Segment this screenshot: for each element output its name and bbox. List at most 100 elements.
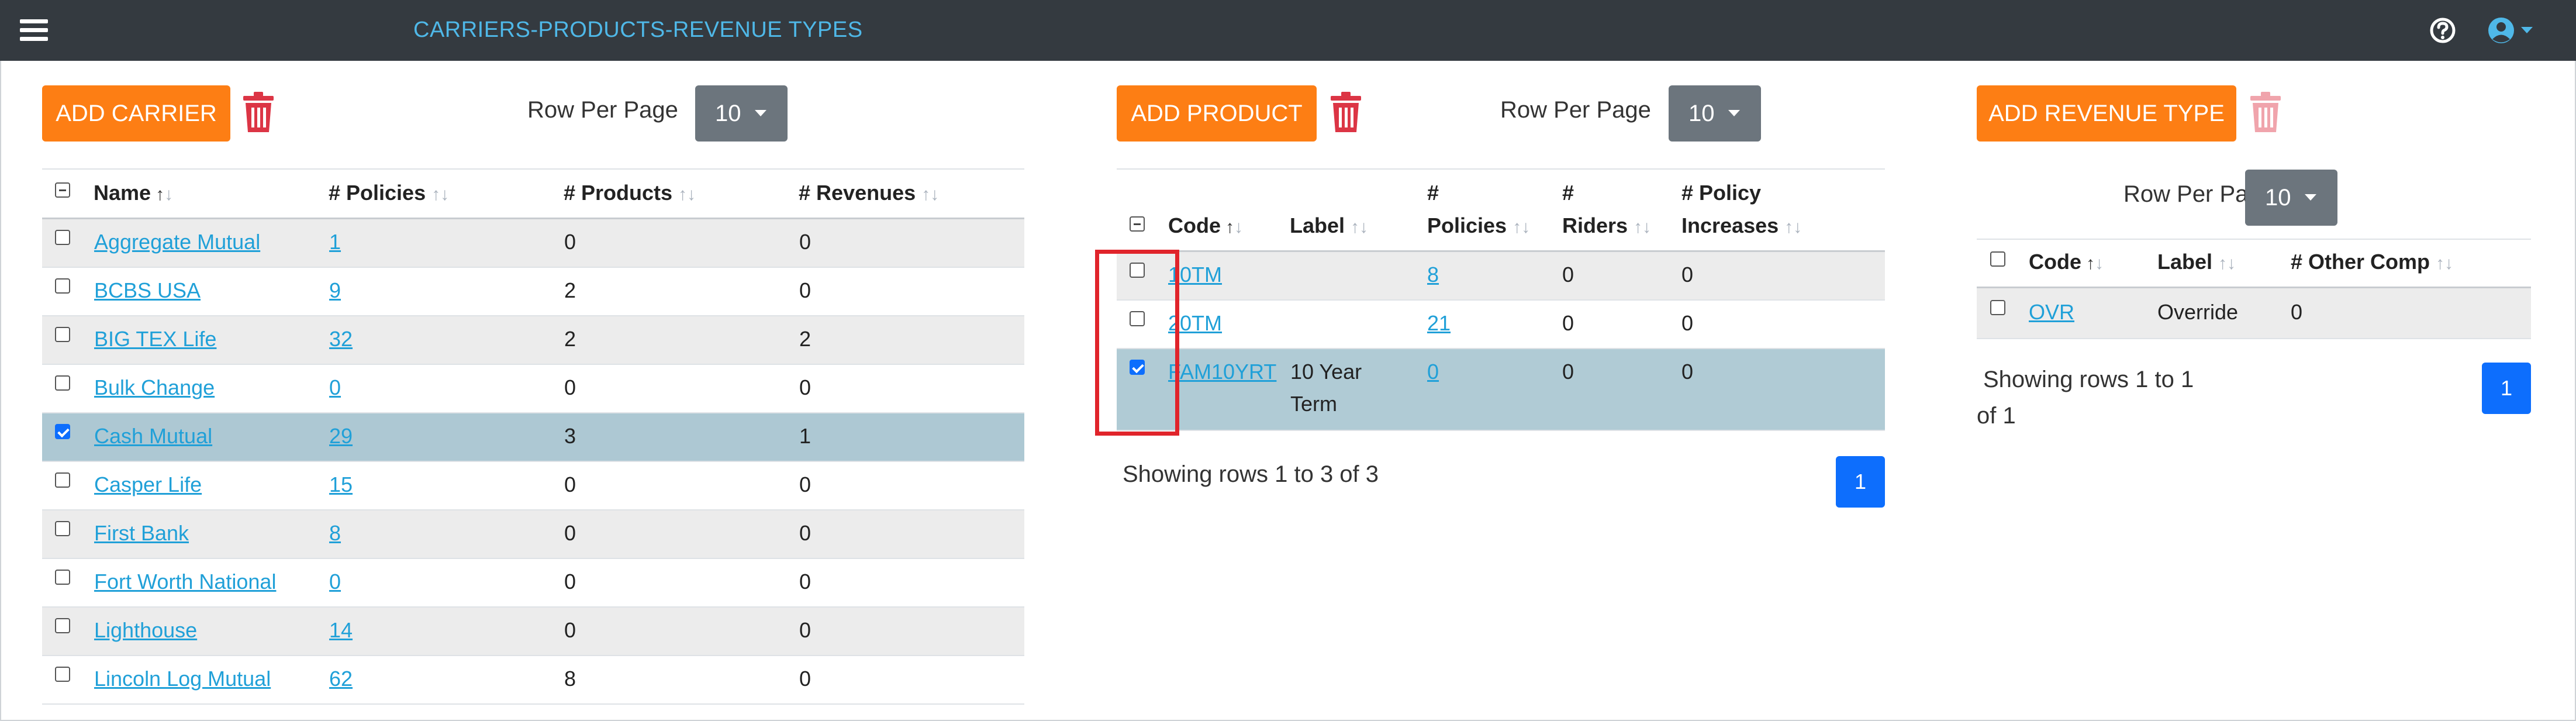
revenue-code-link[interactable]: OVR (2029, 300, 2074, 325)
select-all-checkbox[interactable] (55, 182, 70, 198)
revenues-count: 0 (799, 230, 812, 254)
row-checkbox[interactable] (55, 375, 70, 391)
col-header-other-comp[interactable]: # Other Comp ↑↓ (2291, 246, 2453, 280)
select-all-checkbox[interactable] (1130, 216, 1145, 232)
revenues-count: 0 (799, 472, 812, 496)
carrier-name-link[interactable]: Cash Mutual (94, 424, 212, 449)
table-row[interactable]: Lincoln Log Mutual 62 8 0 (42, 656, 1024, 705)
products-count: 0 (564, 618, 576, 642)
add-product-button[interactable]: ADD PRODUCT (1117, 85, 1317, 142)
col-header-label-label: Label (1290, 213, 1345, 237)
col-header-policies[interactable]: Policies ↑↓ (1427, 209, 1530, 244)
col-header-label[interactable]: Label ↑↓ (2157, 246, 2236, 280)
user-circle-icon[interactable] (2487, 16, 2515, 44)
sort-icon: ↑↓ (431, 185, 450, 204)
policies-link[interactable]: 15 (329, 472, 353, 497)
policies-link[interactable]: 1 (329, 230, 341, 254)
carrier-name-link[interactable]: Casper Life (94, 472, 202, 497)
top-navbar: CARRIERS-PRODUCTS-REVENUE TYPES (0, 0, 2576, 61)
carrier-name-link[interactable]: Bulk Change (94, 375, 215, 400)
row-checkbox[interactable] (55, 570, 70, 585)
table-row[interactable]: BCBS USA 9 2 0 (42, 268, 1024, 316)
table-row[interactable]: Fort Worth National 0 0 0 (42, 559, 1024, 608)
row-checkbox[interactable] (55, 667, 70, 682)
table-row[interactable]: OVR Override 0 (1977, 288, 2531, 339)
policies-link[interactable]: 29 (329, 424, 353, 449)
row-checkbox[interactable] (55, 278, 70, 294)
col-header-policies-line1[interactable]: # (1427, 177, 1439, 209)
col-header-name[interactable]: Name ↑↓ (94, 177, 173, 211)
sort-icon: ↑↓ (1351, 218, 1369, 237)
trash-icon[interactable] (1328, 91, 1363, 133)
policies-link[interactable]: 32 (329, 327, 353, 351)
col-header-increases[interactable]: Increases ↑↓ (1681, 209, 1802, 244)
revenue-rows-per-page-dropdown[interactable]: 10 (2245, 170, 2337, 226)
page-1-button[interactable]: 1 (1836, 456, 1885, 508)
col-header-riders[interactable]: Riders ↑↓ (1562, 209, 1651, 244)
col-header-riders-line1[interactable]: # (1562, 177, 1574, 209)
row-checkbox[interactable] (55, 521, 70, 536)
row-checkbox-checked[interactable] (55, 424, 70, 439)
table-row-selected[interactable]: Cash Mutual 29 3 1 (42, 413, 1024, 462)
table-row[interactable]: Lighthouse 14 0 0 (42, 608, 1024, 656)
product-code-link[interactable]: FAM10YRT (1168, 360, 1276, 384)
col-header-increases-line1[interactable]: # Policy (1681, 177, 1761, 209)
table-row[interactable]: First Bank 8 0 0 (42, 510, 1024, 559)
col-header-riders-label: Riders (1562, 213, 1628, 237)
policies-link[interactable]: 9 (329, 278, 341, 303)
products-count: 2 (564, 278, 576, 302)
select-all-checkbox[interactable] (1990, 251, 2005, 267)
hamburger-icon[interactable] (20, 19, 48, 42)
row-checkbox[interactable] (55, 618, 70, 633)
policies-link[interactable]: 8 (1427, 263, 1439, 287)
policies-link[interactable]: 0 (329, 570, 341, 594)
carrier-name-link[interactable]: First Bank (94, 521, 189, 546)
products-count: 0 (564, 375, 576, 399)
sort-icon: ↑↓ (2086, 254, 2104, 273)
col-header-name-label: Name (94, 181, 151, 205)
products-count: 2 (564, 327, 576, 351)
col-header-code[interactable]: Code ↑↓ (1168, 209, 1243, 244)
table-row[interactable]: 20TM 21 0 0 (1117, 301, 1885, 349)
col-header-code[interactable]: Code ↑↓ (2029, 246, 2104, 280)
table-row[interactable]: BIG TEX Life 32 2 2 (42, 316, 1024, 365)
table-row[interactable]: 10TM 8 0 0 (1117, 252, 1885, 301)
carrier-name-link[interactable]: Lincoln Log Mutual (94, 667, 271, 691)
row-checkbox[interactable] (1990, 300, 2005, 315)
question-circle-icon[interactable] (2429, 16, 2457, 44)
policies-link[interactable]: 62 (329, 667, 353, 691)
carrier-name-link[interactable]: Fort Worth National (94, 570, 276, 594)
policies-link[interactable]: 0 (329, 375, 341, 400)
table-row[interactable]: Bulk Change 0 0 0 (42, 365, 1024, 413)
sort-icon: ↑↓ (156, 185, 174, 204)
carrier-name-link[interactable]: Aggregate Mutual (94, 230, 260, 254)
policies-link[interactable]: 14 (329, 618, 353, 643)
col-header-label[interactable]: Label ↑↓ (1290, 209, 1368, 244)
col-header-label-label: Label (2157, 250, 2213, 274)
add-revenue-type-button[interactable]: ADD REVENUE TYPE (1977, 85, 2236, 142)
revenues-count: 0 (799, 521, 812, 545)
user-menu-caret-icon[interactable] (2521, 27, 2533, 33)
carrier-name-link[interactable]: Lighthouse (94, 618, 197, 643)
add-carrier-button[interactable]: ADD CARRIER (42, 85, 230, 142)
table-row[interactable]: Casper Life 15 0 0 (42, 462, 1024, 510)
row-checkbox[interactable] (55, 327, 70, 342)
products-rows-per-page-dropdown[interactable]: 10 (1669, 85, 1761, 142)
row-checkbox[interactable] (55, 230, 70, 245)
col-header-code-label: Code (1168, 213, 1221, 237)
carrier-name-link[interactable]: BCBS USA (94, 278, 201, 303)
policies-link[interactable]: 21 (1427, 311, 1451, 336)
products-count: 3 (564, 424, 576, 448)
carriers-rows-per-page-dropdown[interactable]: 10 (695, 85, 788, 142)
carrier-name-link[interactable]: BIG TEX Life (94, 327, 216, 351)
row-checkbox[interactable] (55, 472, 70, 488)
col-header-revenues[interactable]: # Revenues ↑↓ (799, 177, 939, 211)
trash-icon[interactable] (241, 91, 276, 133)
table-row-selected[interactable]: FAM10YRT 10 Year Term 0 0 0 (1117, 349, 1885, 431)
col-header-products[interactable]: # Products ↑↓ (564, 177, 696, 211)
table-row[interactable]: Aggregate Mutual 1 0 0 (42, 219, 1024, 268)
policies-link[interactable]: 8 (329, 521, 341, 546)
policies-link[interactable]: 0 (1427, 360, 1439, 384)
page-1-button[interactable]: 1 (2482, 363, 2531, 414)
col-header-policies[interactable]: # Policies ↑↓ (329, 177, 449, 211)
